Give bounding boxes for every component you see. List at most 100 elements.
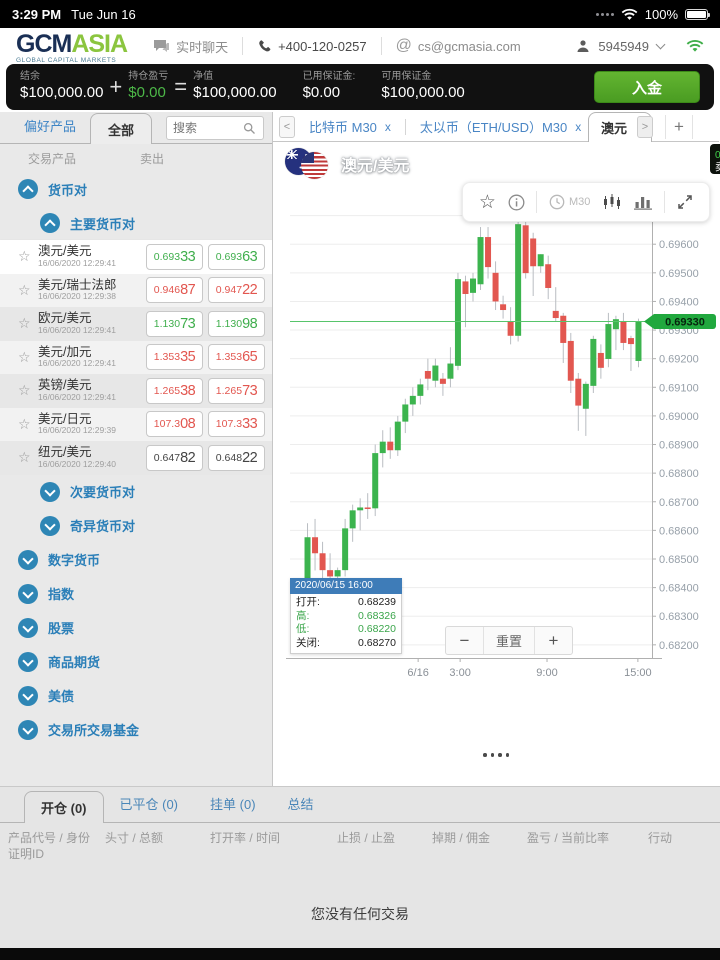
- at-icon: @: [396, 37, 412, 55]
- pair-quote-time: 16/06/2020 12:29:41: [38, 259, 142, 268]
- email-contact[interactable]: @ cs@gcmasia.com: [396, 37, 521, 55]
- pair-row-7[interactable]: ☆纽元/美元16/06/2020 12:29:400.647820.64822: [0, 441, 272, 475]
- star-icon[interactable]: ☆: [18, 282, 34, 299]
- tabs-scroll-left-button[interactable]: <: [279, 116, 295, 138]
- bar-chart-type-icon[interactable]: [634, 194, 653, 210]
- chevron-down-icon[interactable]: [656, 39, 666, 49]
- positions-tab-1[interactable]: 开仓 (0): [24, 791, 104, 823]
- bid-price-button[interactable]: 0.69333: [146, 244, 203, 270]
- panel-resize-handle[interactable]: [483, 753, 509, 757]
- bid-price-button[interactable]: 1.13073: [146, 311, 203, 337]
- category-4[interactable]: 商品期货: [0, 645, 272, 679]
- star-icon[interactable]: ☆: [18, 449, 34, 466]
- add-chart-tab-button[interactable]: +: [665, 115, 693, 139]
- pair-row-4[interactable]: ☆美元/加元16/06/2020 12:29:411.353351.35365: [0, 341, 272, 375]
- sell-button[interactable]: 0.69333 卖出: [710, 144, 720, 174]
- phone-contact[interactable]: +400-120-0257: [257, 39, 367, 54]
- close-tab-icon[interactable]: x: [385, 120, 391, 134]
- chevron-down-circle-icon: [18, 618, 38, 638]
- category-major-pairs[interactable]: 主要货币对: [0, 206, 272, 240]
- zoom-out-button[interactable]: −: [446, 627, 483, 654]
- chart-tab-2[interactable]: 太以币（ETH/USD）M30x: [406, 112, 595, 141]
- svg-text:0.69330: 0.69330: [665, 316, 705, 328]
- bid-price-button[interactable]: 0.94687: [146, 277, 203, 303]
- ask-price-button[interactable]: 1.13098: [208, 311, 265, 337]
- svg-text:0.68600: 0.68600: [659, 525, 699, 537]
- bid-price-button[interactable]: 0.64782: [146, 445, 203, 471]
- fullscreen-icon[interactable]: [677, 194, 693, 210]
- deposit-button[interactable]: 入金: [594, 71, 700, 103]
- cellular-signal-icon: [596, 13, 614, 16]
- subcategory-2[interactable]: 奇异货币对: [0, 509, 272, 543]
- ohlc-tooltip: 2020/06/15 16:00 打开:0.68239 高:0.68326 低:…: [290, 578, 402, 654]
- tabs-scroll-right-button[interactable]: >: [637, 116, 653, 138]
- search-box[interactable]: [166, 116, 264, 140]
- favorite-star-icon[interactable]: ☆: [479, 193, 496, 212]
- category-5[interactable]: 美债: [0, 679, 272, 713]
- zoom-in-button[interactable]: +: [535, 627, 572, 654]
- account-summary-bar: 结余 $100,000.00 + 持仓盈亏 $0.00 = 净值 $100,00…: [6, 64, 714, 110]
- star-icon[interactable]: ☆: [18, 416, 34, 433]
- category-2[interactable]: 指数: [0, 577, 272, 611]
- positions-tab-3[interactable]: 挂单 (0): [210, 794, 256, 813]
- column-header-4: 止损 / 止盈: [337, 831, 432, 862]
- positions-tab-2[interactable]: 已平仓 (0): [120, 794, 179, 813]
- tab-all-products[interactable]: 全部: [90, 113, 152, 144]
- ask-price-button[interactable]: 1.26573: [208, 378, 265, 404]
- ask-price-button[interactable]: 0.64822: [208, 445, 265, 471]
- category-3[interactable]: 股票: [0, 611, 272, 645]
- bid-price-button[interactable]: 1.35335: [146, 344, 203, 370]
- balance: 结余 $100,000.00: [20, 71, 103, 102]
- live-chat-button[interactable]: 实时聊天: [153, 37, 228, 56]
- chart-tab-1[interactable]: 比特币 M30x: [295, 112, 405, 141]
- svg-text:0.68700: 0.68700: [659, 497, 699, 509]
- ask-price-button[interactable]: 0.69363: [208, 244, 265, 270]
- wifi-icon: [621, 8, 638, 21]
- pair-row-2[interactable]: ☆美元/瑞士法郎16/06/2020 12:29:380.946870.9472…: [0, 274, 272, 308]
- ask-price-button[interactable]: 1.35365: [208, 344, 265, 370]
- category-list: 数字货币指数股票商品期货美债交易所交易基金: [0, 543, 272, 747]
- close-tab-icon[interactable]: x: [575, 120, 581, 134]
- chevron-down-circle-icon: [18, 686, 38, 706]
- used-margin: 已用保证金: $0.00: [303, 71, 356, 102]
- svg-text:0.68200: 0.68200: [659, 640, 699, 652]
- star-icon[interactable]: ☆: [18, 248, 34, 265]
- audusd-flag-icon: [285, 148, 329, 180]
- star-icon[interactable]: ☆: [18, 382, 34, 399]
- ask-price-button[interactable]: 107.333: [208, 411, 265, 437]
- category-6[interactable]: 交易所交易基金: [0, 713, 272, 747]
- account-id: 5945949: [598, 39, 649, 54]
- star-icon[interactable]: ☆: [18, 315, 34, 332]
- pair-row-3[interactable]: ☆欧元/美元16/06/2020 12:29:411.130731.13098: [0, 307, 272, 341]
- star-icon[interactable]: ☆: [18, 349, 34, 366]
- info-icon[interactable]: [508, 194, 525, 211]
- pair-quote-time: 16/06/2020 12:29:40: [38, 460, 142, 469]
- open-pl: 持仓盈亏 $0.00: [128, 71, 168, 102]
- search-input[interactable]: [173, 121, 243, 135]
- svg-text:0.68500: 0.68500: [659, 554, 699, 566]
- chart-toolbar: ☆ M30: [462, 182, 710, 222]
- positions-column-headers: 产品代号 / 身份证明ID头寸 / 总额打开率 / 时间止损 / 止盈掉期 / …: [0, 823, 720, 862]
- positions-tab-4[interactable]: 总结: [288, 794, 314, 813]
- tab-favorite-products[interactable]: 偏好产品: [24, 116, 76, 135]
- pair-row-6[interactable]: ☆美元/日元16/06/2020 12:29:39107.308107.333: [0, 408, 272, 442]
- pair-row-1[interactable]: ☆澳元/美元16/06/2020 12:29:410.693330.69363: [0, 240, 272, 274]
- pair-name: 美元/瑞士法郎: [38, 279, 142, 293]
- bid-price-button[interactable]: 107.308: [146, 411, 203, 437]
- column-header-2: 头寸 / 总额: [105, 831, 210, 862]
- ask-price-button[interactable]: 0.94722: [208, 277, 265, 303]
- pair-row-5[interactable]: ☆英镑/美元16/06/2020 12:29:411.265381.26573: [0, 374, 272, 408]
- timeframe-selector[interactable]: M30: [549, 194, 590, 210]
- category-1[interactable]: 数字货币: [0, 543, 272, 577]
- chevron-down-circle-icon: [40, 516, 60, 536]
- column-header-7: 行动: [648, 831, 708, 862]
- chevron-down-circle-icon: [18, 652, 38, 672]
- chat-bubble-icon: [153, 39, 170, 54]
- battery-percent: 100%: [645, 7, 678, 22]
- candlestick-chart-type-icon[interactable]: [602, 194, 622, 211]
- category-currency-pairs[interactable]: 货币对: [0, 172, 272, 206]
- zoom-reset-button[interactable]: 重置: [483, 627, 535, 654]
- subcategory-1[interactable]: 次要货币对: [0, 475, 272, 509]
- sidebar-column-headers: 交易产品 卖出: [0, 144, 272, 172]
- bid-price-button[interactable]: 1.26538: [146, 378, 203, 404]
